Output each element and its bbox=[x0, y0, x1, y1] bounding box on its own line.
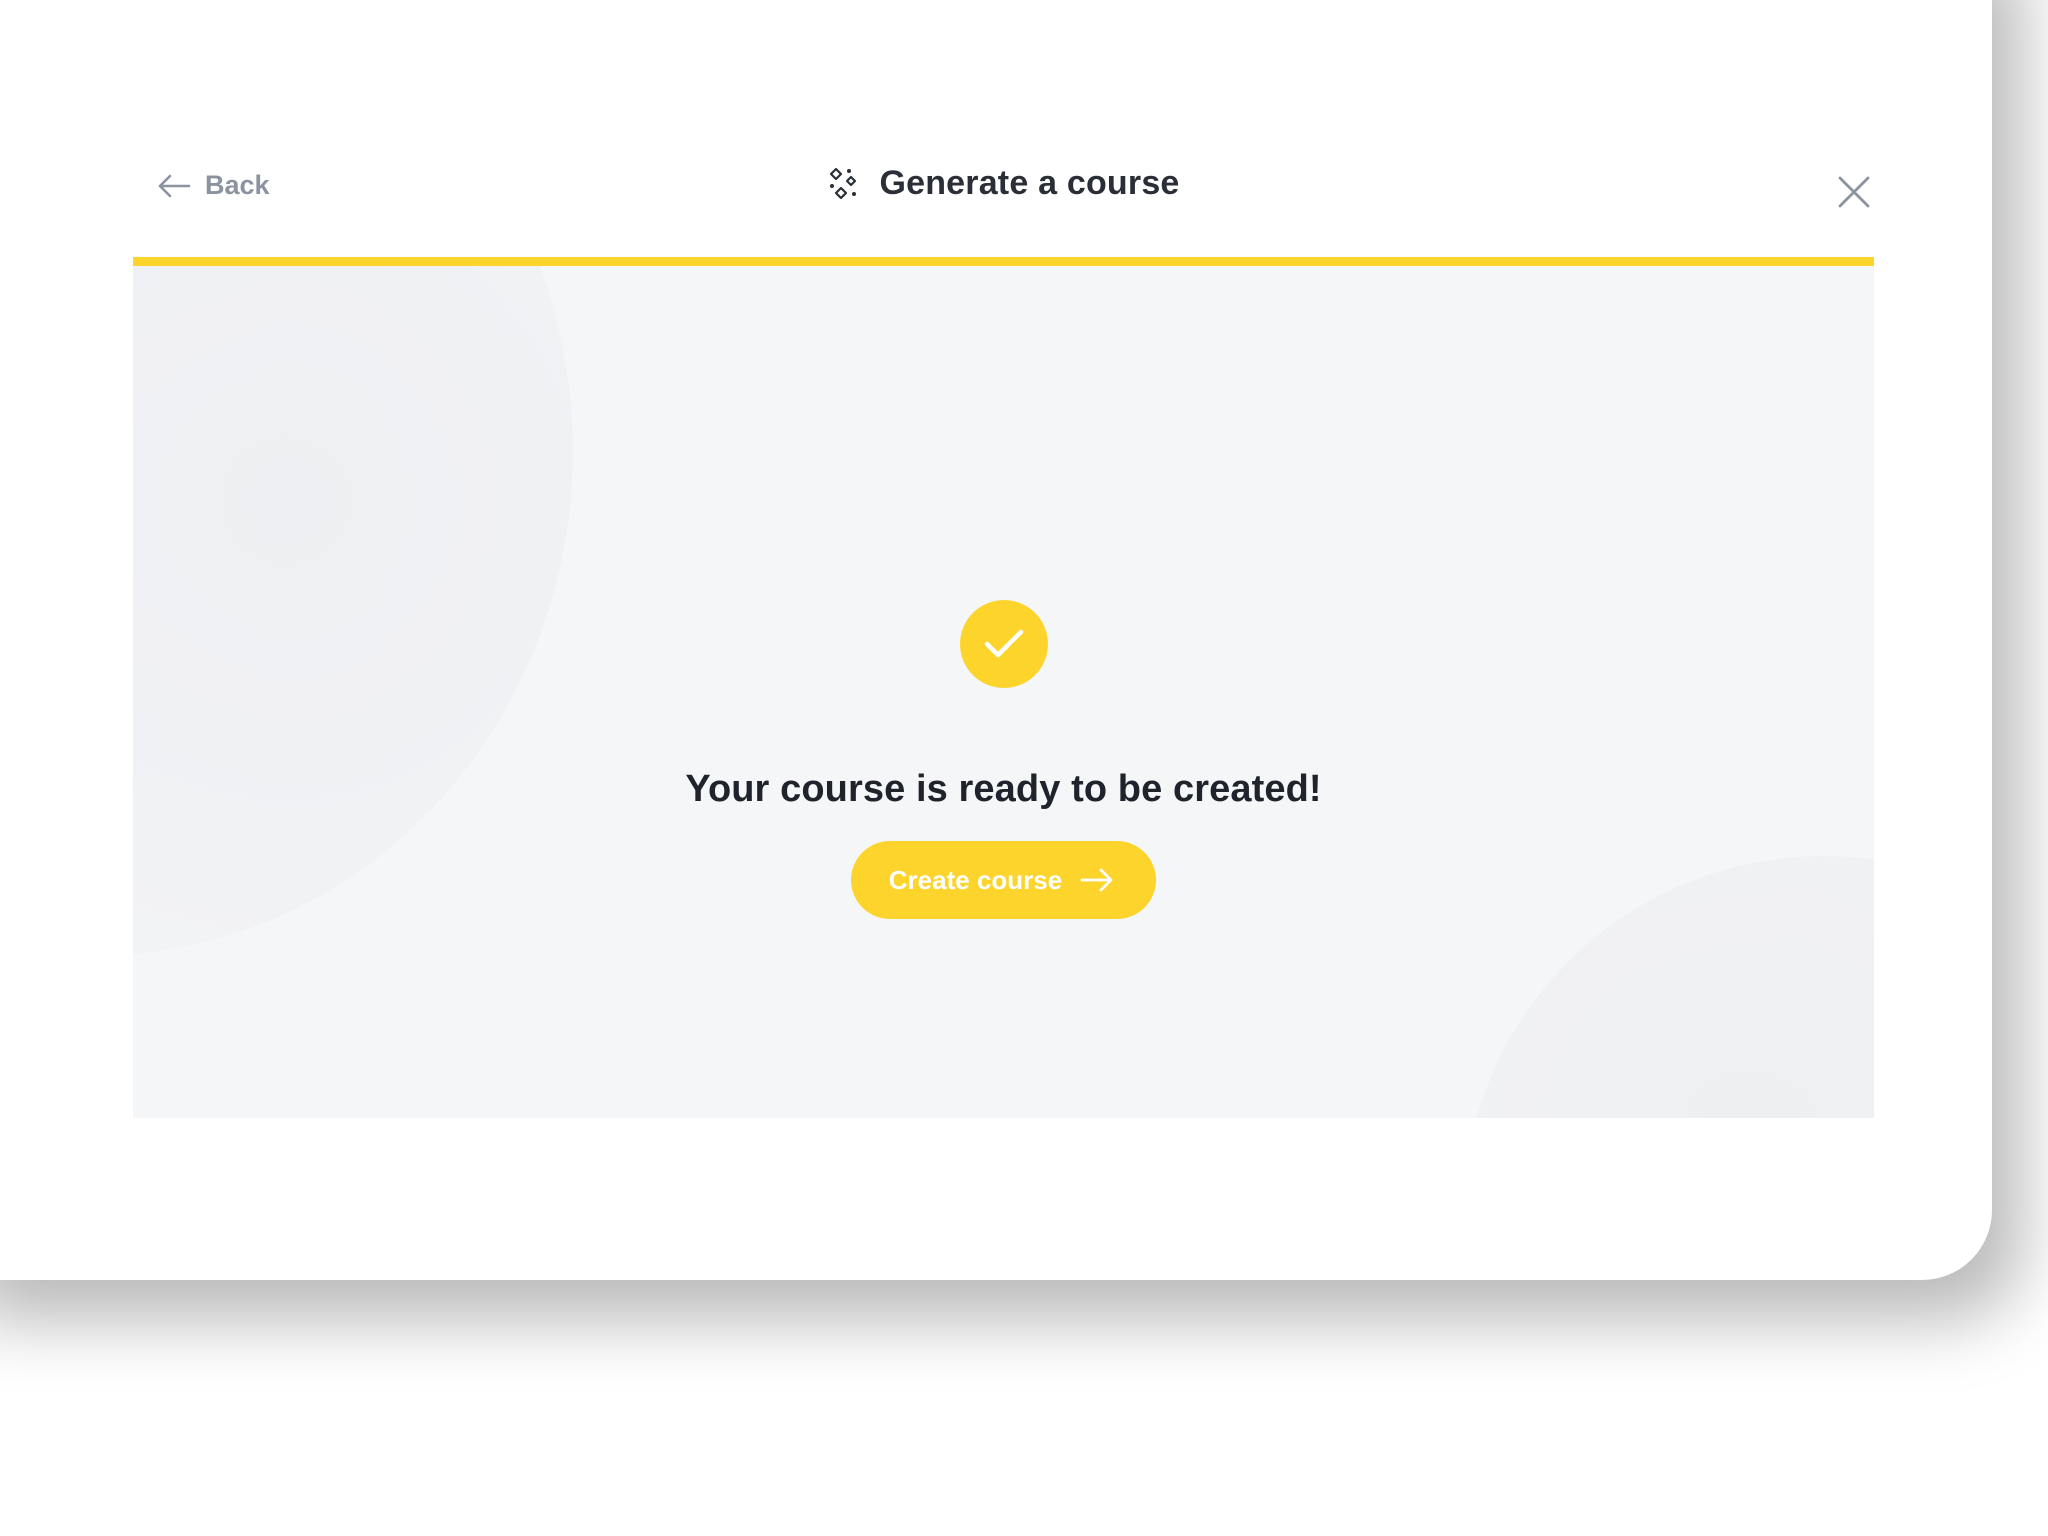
success-message: Your course is ready to be created! bbox=[685, 768, 1322, 810]
arrow-right-icon bbox=[1080, 868, 1113, 892]
close-button[interactable] bbox=[1834, 172, 1874, 212]
modal-title: Generate a course bbox=[879, 164, 1180, 202]
create-course-label: Create course bbox=[888, 864, 1063, 895]
success-state: Your course is ready to be created! Crea… bbox=[133, 600, 1874, 919]
success-badge bbox=[959, 600, 1048, 688]
progress-bar-fill bbox=[133, 257, 1874, 266]
sparkle-diamonds-icon bbox=[830, 167, 857, 199]
create-course-button[interactable]: Create course bbox=[850, 841, 1157, 919]
modal-title-group: Generate a course bbox=[133, 164, 1874, 203]
screen: Back Generate a course Your course is re… bbox=[0, 0, 2048, 1536]
modal-content-panel: Your course is ready to be created! Crea… bbox=[133, 266, 1874, 1118]
progress-bar bbox=[133, 257, 1874, 266]
close-icon bbox=[1838, 176, 1870, 208]
modal-header: Back Generate a course bbox=[133, 150, 1874, 230]
check-icon bbox=[984, 629, 1023, 658]
